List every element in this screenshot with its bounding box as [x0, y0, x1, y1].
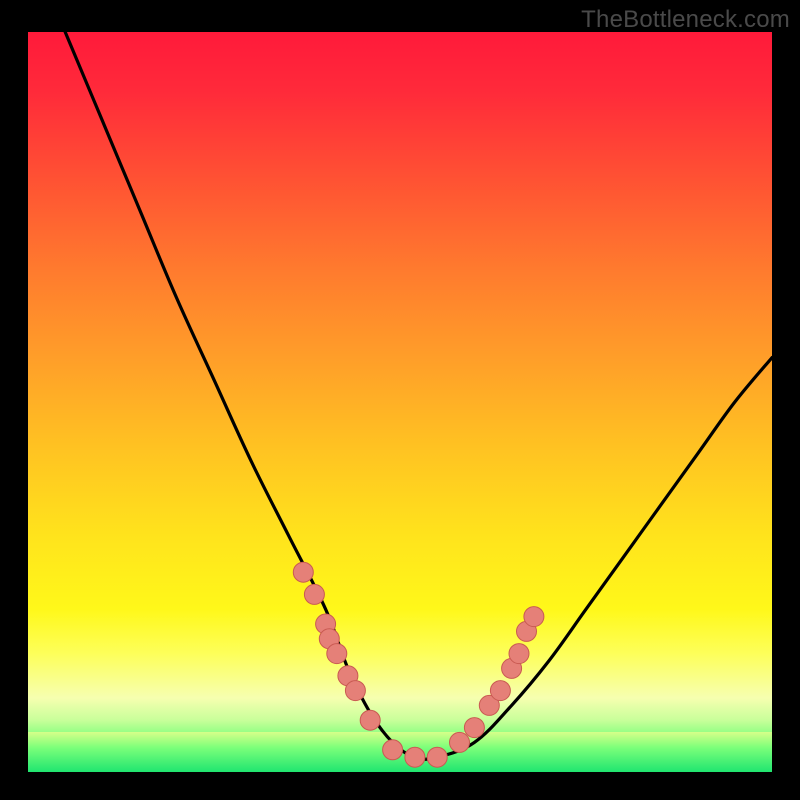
curve-marker-dot — [383, 740, 403, 760]
curve-marker-dot — [509, 644, 529, 664]
curve-marker-dot — [304, 584, 324, 604]
bottleneck-curve-svg — [28, 32, 772, 772]
bottleneck-curve-path — [65, 32, 772, 759]
curve-marker-dot — [293, 562, 313, 582]
chart-plot-area — [28, 32, 772, 772]
watermark-text: TheBottleneck.com — [581, 6, 790, 34]
curve-marker-dot — [524, 607, 544, 627]
curve-marker-dot — [450, 732, 470, 752]
curve-marker-dot — [464, 718, 484, 738]
curve-marker-dot — [327, 644, 347, 664]
curve-marker-dot — [405, 747, 425, 767]
curve-marker-dot — [427, 747, 447, 767]
curve-marker-group — [293, 562, 544, 767]
curve-marker-dot — [490, 681, 510, 701]
curve-marker-dot — [345, 681, 365, 701]
curve-marker-dot — [360, 710, 380, 730]
